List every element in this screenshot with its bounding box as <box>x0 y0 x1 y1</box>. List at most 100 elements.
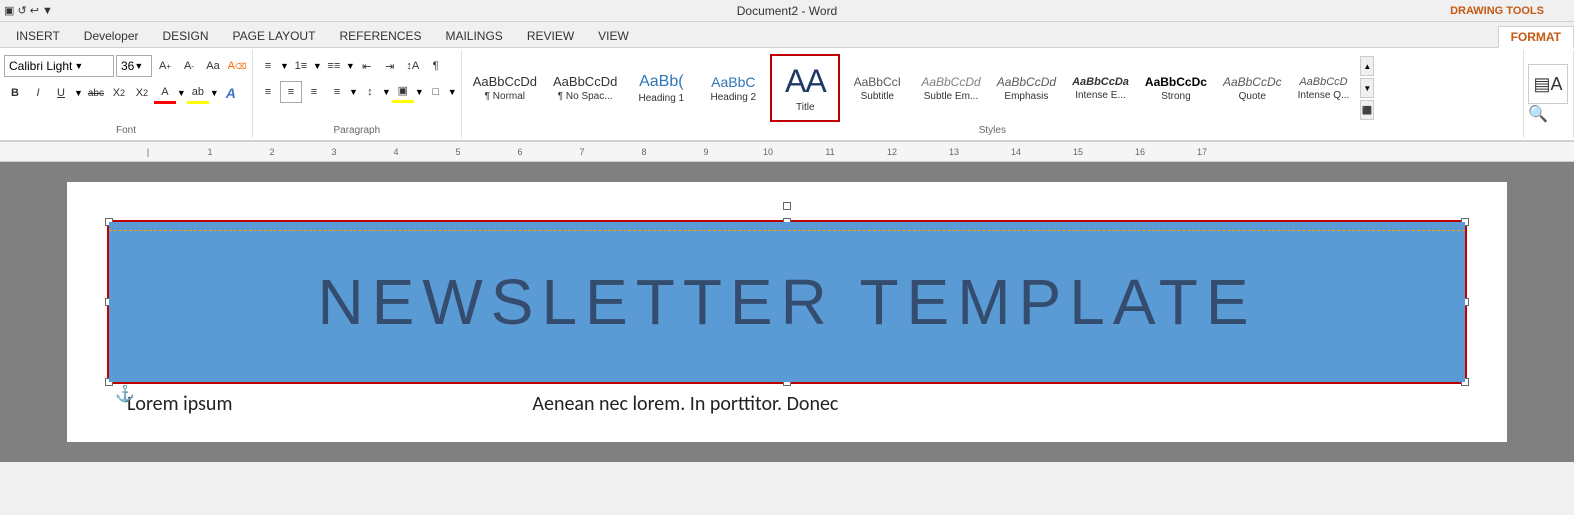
italic-button[interactable]: I <box>27 82 49 104</box>
style-intense-e-label: Intense E... <box>1075 90 1126 101</box>
ribbon: Calibri Light ▼ 36 ▼ A+ A- Aa A⌫ B I U ▼… <box>0 48 1574 142</box>
justify-arrow[interactable]: ▼ <box>349 87 358 97</box>
style-normal-label: ¶ Normal <box>485 91 525 102</box>
styles-scroll-up[interactable]: ▲ <box>1360 56 1374 76</box>
anchor-icon: ⚓ <box>115 384 135 404</box>
style-subtitle[interactable]: AaBbCcI Subtitle <box>842 54 912 122</box>
textbox-container: NEWSLETTER TEMPLATE ⚓ <box>107 202 1467 384</box>
align-center-button[interactable]: ≡ <box>280 81 302 103</box>
tab-mailings[interactable]: MAILINGS <box>433 25 514 47</box>
justify-button[interactable]: ≡ <box>326 81 348 103</box>
quick-access[interactable]: ▣ ↺ ↩ ▼ <box>4 4 53 17</box>
style-quote-label: Quote <box>1239 91 1266 102</box>
style-title-label: Title <box>796 102 815 113</box>
numbering-button[interactable]: 1≡ <box>290 55 312 77</box>
style-emphasis-preview: AaBbCcDd <box>997 75 1056 89</box>
subscript-button[interactable]: X2 <box>108 82 130 104</box>
highlight-button[interactable]: ab <box>187 82 209 104</box>
increase-indent-button[interactable]: ⇥ <box>379 55 401 77</box>
superscript-button[interactable]: X2 <box>131 82 153 104</box>
shading-arrow[interactable]: ▼ <box>415 87 424 97</box>
style-heading2[interactable]: AaBbC Heading 2 <box>698 54 768 122</box>
borders-button[interactable]: □ <box>425 81 447 103</box>
font-color-button[interactable]: A <box>154 82 176 104</box>
tab-developer[interactable]: Developer <box>72 25 151 47</box>
bullets-arrow[interactable]: ▼ <box>280 61 289 71</box>
line-spacing-arrow[interactable]: ▼ <box>382 87 391 97</box>
style-emphasis[interactable]: AaBbCcDd Emphasis <box>990 54 1063 122</box>
style-title[interactable]: AA Title <box>770 54 840 122</box>
styles-scroll: ▲ ▼ ⬛ <box>1360 56 1374 120</box>
multilevel-button[interactable]: ≡≡ <box>323 55 345 77</box>
numbering-arrow[interactable]: ▼ <box>313 61 322 71</box>
style-subtitle-label: Subtitle <box>861 91 894 102</box>
line-spacing-button[interactable]: ↕ <box>359 81 381 103</box>
tab-insert[interactable]: INSERT <box>4 25 72 47</box>
handle-top-center[interactable] <box>783 202 791 210</box>
drawing-tools-label: DRAWING TOOLS <box>1450 5 1544 17</box>
change-case-button[interactable]: Aa <box>202 55 224 77</box>
ruler-16: 16 <box>1109 147 1171 157</box>
title-bar: ▣ ↺ ↩ ▼ Document2 - Word DRAWING TOOLS <box>0 0 1574 22</box>
top-handle-row <box>107 202 1467 210</box>
decrease-font-button[interactable]: A- <box>178 55 200 77</box>
style-no-space[interactable]: AaBbCcDd ¶ No Spac... <box>546 54 624 122</box>
ruler-10: 10 <box>737 147 799 157</box>
font-color-arrow[interactable]: ▼ <box>177 88 186 98</box>
underline-button[interactable]: U <box>50 82 72 104</box>
font-section: Calibri Light ▼ 36 ▼ A+ A- Aa A⌫ B I U ▼… <box>0 50 253 138</box>
tab-design[interactable]: DESIGN <box>151 25 221 47</box>
shading-button[interactable]: ▣ <box>392 81 414 103</box>
style-intense-q-preview: AaBbCcD <box>1299 76 1347 88</box>
right-section: ▤A 🔍 <box>1524 50 1574 138</box>
style-strong[interactable]: AaBbCcDc Strong <box>1138 54 1214 122</box>
align-left-button[interactable]: ≡ <box>257 81 279 103</box>
decrease-indent-button[interactable]: ⇤ <box>356 55 378 77</box>
increase-font-button[interactable]: A+ <box>154 55 176 77</box>
highlight-arrow[interactable]: ▼ <box>210 88 219 98</box>
font-size-box[interactable]: 36 ▼ <box>116 55 152 77</box>
ruler-17: 17 <box>1171 147 1233 157</box>
styles-scroll-down[interactable]: ▼ <box>1360 78 1374 98</box>
tab-page-layout[interactable]: PAGE LAYOUT <box>221 25 328 47</box>
style-heading1-preview: AaBb( <box>639 73 683 91</box>
align-right-button[interactable]: ≡ <box>303 81 325 103</box>
multilevel-arrow[interactable]: ▼ <box>346 61 355 71</box>
style-emphasis-label: Emphasis <box>1004 91 1048 102</box>
font-name-box[interactable]: Calibri Light ▼ <box>4 55 114 77</box>
style-heading1[interactable]: AaBb( Heading 1 <box>626 54 696 122</box>
style-normal[interactable]: AaBbCcDd ¶ Normal <box>466 54 544 122</box>
change-styles-button[interactable]: ▤A <box>1528 64 1568 104</box>
pilcrow-button[interactable]: ¶ <box>425 55 447 77</box>
underline-arrow[interactable]: ▼ <box>74 88 83 98</box>
ruler-7: 7 <box>551 147 613 157</box>
textbox-outer[interactable]: NEWSLETTER TEMPLATE <box>107 220 1467 384</box>
find-button[interactable]: 🔍 <box>1528 104 1548 124</box>
style-intense-e[interactable]: AaBbCcDa Intense E... <box>1065 54 1136 122</box>
tab-references[interactable]: REFERENCES <box>327 25 433 47</box>
clear-formatting-button[interactable]: A⌫ <box>226 55 248 77</box>
style-quote[interactable]: AaBbCcDc Quote <box>1216 54 1289 122</box>
tab-view[interactable]: VIEW <box>586 25 641 47</box>
styles-section: AaBbCcDd ¶ Normal AaBbCcDd ¶ No Spac... … <box>462 50 1524 138</box>
tab-review[interactable]: REVIEW <box>515 25 586 47</box>
newsletter-title[interactable]: NEWSLETTER TEMPLATE <box>317 265 1256 339</box>
styles-scroll-more[interactable]: ⬛ <box>1360 100 1374 120</box>
ruler-6: 6 <box>489 147 551 157</box>
bottom-text-left: Lorem ipsum <box>127 392 232 416</box>
style-intense-q[interactable]: AaBbCcD Intense Q... <box>1291 54 1357 122</box>
bullets-button[interactable]: ≡ <box>257 55 279 77</box>
strikethrough-button[interactable]: abc <box>85 82 107 104</box>
bottom-text-right: Aenean nec lorem. In porttitor. Donec <box>532 392 838 416</box>
document-title: Document2 - Word <box>737 4 837 18</box>
borders-arrow[interactable]: ▼ <box>448 87 457 97</box>
tab-format[interactable]: FORMAT <box>1498 26 1574 48</box>
style-no-space-preview: AaBbCcDd <box>553 74 617 89</box>
bold-button[interactable]: B <box>4 82 26 104</box>
ruler-13: 13 <box>923 147 985 157</box>
style-subtle-em[interactable]: AaBbCcDd Subtle Em... <box>914 54 987 122</box>
sort-button[interactable]: ↕A <box>402 55 424 77</box>
text-effects-button[interactable]: A <box>220 82 242 104</box>
bottom-text: Lorem ipsum Aenean nec lorem. In porttit… <box>97 384 1477 416</box>
textbox-inner[interactable]: NEWSLETTER TEMPLATE <box>109 222 1465 382</box>
